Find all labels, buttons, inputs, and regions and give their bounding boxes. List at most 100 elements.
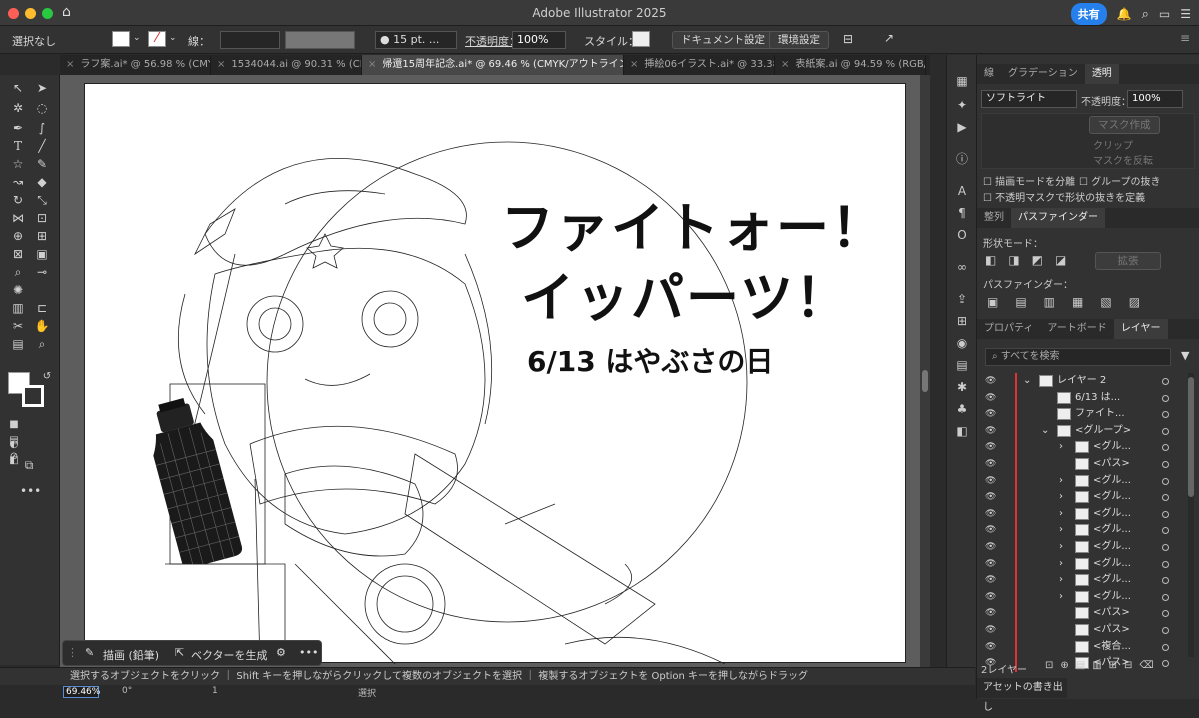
- eye-icon[interactable]: 👁: [985, 439, 996, 455]
- blend-tool-icon[interactable]: ⊸: [33, 264, 51, 280]
- tab-align[interactable]: 整列: [977, 208, 1011, 228]
- close-tab-icon[interactable]: ×: [630, 59, 638, 70]
- close-tab-icon[interactable]: ×: [217, 59, 225, 70]
- layer-row[interactable]: 👁 › <グル...: [977, 439, 1187, 456]
- bell-icon[interactable]: 🔔: [1117, 7, 1132, 21]
- swatches-icon[interactable]: ▤: [954, 357, 970, 373]
- stroke-swatch[interactable]: ⁄: [148, 31, 166, 47]
- shape-builder-tool-icon[interactable]: ⊕: [9, 228, 27, 244]
- close-tab-icon[interactable]: ×: [781, 59, 789, 70]
- expand-arrow-icon[interactable]: ⌄: [1023, 373, 1031, 389]
- stroke-color-swatch[interactable]: [22, 385, 44, 407]
- target-icon[interactable]: [1162, 394, 1169, 402]
- target-icon[interactable]: [1162, 527, 1169, 535]
- brushes-icon[interactable]: ✱: [954, 379, 970, 395]
- draw-mode-icon[interactable]: ▤: [9, 336, 27, 352]
- layer-row[interactable]: 👁 ファイト...: [977, 406, 1187, 423]
- asset-export-icon[interactable]: ⇪: [954, 291, 970, 307]
- date-line[interactable]: 6/13 はやぶさの日: [527, 340, 773, 380]
- headline-line-2[interactable]: イッパーツ！: [521, 256, 850, 332]
- brush-definition[interactable]: ● 15 pt. ...: [375, 31, 457, 49]
- settings-icon[interactable]: ⚙: [276, 646, 286, 659]
- target-icon[interactable]: [1162, 477, 1169, 485]
- knockout-group-checkbox[interactable]: ☐ グループの抜き: [1079, 173, 1161, 188]
- screen-mode-icon[interactable]: ⧉: [20, 457, 38, 473]
- document-tab[interactable]: × ラフ案.ai* @ 56.98 % (CMY...: [60, 55, 211, 75]
- layer-name[interactable]: <複合...: [1093, 639, 1131, 655]
- make-mask-button[interactable]: マスク作成: [1089, 116, 1160, 134]
- eye-icon[interactable]: 👁: [985, 456, 996, 472]
- layer-name[interactable]: <グル...: [1093, 589, 1131, 605]
- expand-arrow-icon[interactable]: ›: [1059, 539, 1063, 555]
- generate-icon[interactable]: ✦: [954, 97, 970, 113]
- layer-name[interactable]: <パス>: [1093, 622, 1130, 638]
- expand-arrow-icon[interactable]: ›: [1059, 522, 1063, 538]
- eye-icon[interactable]: 👁: [985, 572, 996, 588]
- tab-transparency[interactable]: 透明: [1084, 64, 1119, 84]
- hand-tool-icon[interactable]: ✋: [33, 318, 51, 334]
- layers-search-input[interactable]: ⌕ すべてを検索: [985, 348, 1171, 366]
- eye-icon[interactable]: 👁: [985, 522, 996, 538]
- layer-name[interactable]: <パス>: [1093, 456, 1130, 472]
- rotate-tool-icon[interactable]: ↻: [9, 192, 27, 208]
- layer-name[interactable]: <グル...: [1093, 556, 1131, 572]
- graphic-style-swatch[interactable]: [632, 31, 650, 47]
- eye-icon[interactable]: 👁: [985, 423, 996, 439]
- column-graph-tool-icon[interactable]: ▥: [9, 300, 27, 316]
- width-tool-icon[interactable]: ⋈: [9, 210, 27, 226]
- layer-name[interactable]: <パス>: [1093, 605, 1130, 621]
- play-action-icon[interactable]: ▶: [954, 119, 970, 135]
- artboards-icon[interactable]: ⊞: [954, 313, 970, 329]
- target-icon[interactable]: [1162, 544, 1169, 551]
- pathfinder-buttons[interactable]: ▣▤▥▦▧▨: [987, 295, 1157, 309]
- layer-row[interactable]: 👁 › <グル...: [977, 472, 1187, 490]
- layer-name[interactable]: <グル...: [1093, 522, 1131, 538]
- layer-name[interactable]: <グループ>: [1075, 423, 1131, 439]
- layer-row[interactable]: 👁 <パス>: [977, 622, 1187, 639]
- export-icon[interactable]: ↗: [884, 31, 894, 45]
- eye-icon[interactable]: 👁: [985, 506, 996, 522]
- type-tool-icon[interactable]: T: [9, 138, 27, 154]
- preferences-button[interactable]: 環境設定: [769, 31, 829, 49]
- document-tab[interactable]: × 帰還15周年記念.ai* @ 69.46 % (CMYK/アウトライン): [362, 55, 624, 75]
- layer-row[interactable]: 👁 <パス>: [977, 456, 1187, 473]
- target-icon[interactable]: [1162, 610, 1169, 618]
- document-setup-button[interactable]: ドキュメント設定: [672, 31, 774, 49]
- blend-mode-select[interactable]: ソフトライト: [981, 90, 1077, 108]
- draw-pencil-button[interactable]: 描画 (鉛筆): [103, 647, 159, 663]
- layer-row[interactable]: 👁 ⌄ <グループ>: [977, 422, 1187, 440]
- expand-arrow-icon[interactable]: ›: [1059, 473, 1063, 489]
- vertical-scrollbar[interactable]: [920, 75, 930, 667]
- eye-icon[interactable]: 👁: [985, 373, 996, 389]
- eye-icon[interactable]: 👁: [985, 556, 996, 572]
- tab-artboards[interactable]: アートボード: [1040, 319, 1113, 339]
- layer-row[interactable]: 👁 › <グル...: [977, 539, 1187, 556]
- mesh-tool-icon[interactable]: ⊠: [9, 246, 27, 262]
- color-mode-icon[interactable]: ■ ▤ ⊘: [5, 417, 23, 462]
- layer-row[interactable]: 👁 › <グル...: [977, 555, 1187, 573]
- outline-illustration[interactable]: [85, 84, 907, 664]
- slice-tool-icon[interactable]: ✂: [9, 318, 27, 334]
- document-tab[interactable]: × 挿絵06イラスト.ai* @ 33.38 ...: [624, 55, 775, 75]
- opacity-field[interactable]: 100%: [512, 31, 566, 49]
- layer-row[interactable]: 👁 › <グル...: [977, 505, 1187, 523]
- more-options-button[interactable]: •••: [299, 646, 318, 659]
- expand-arrow-icon[interactable]: ›: [1059, 572, 1063, 588]
- magic-wand-tool-icon[interactable]: ✲: [9, 100, 27, 116]
- tab-stroke[interactable]: 線: [977, 64, 1001, 84]
- scale-tool-icon[interactable]: ⤡: [33, 192, 51, 208]
- target-icon[interactable]: [1162, 593, 1169, 601]
- target-icon[interactable]: [1162, 494, 1169, 502]
- star-tool-icon[interactable]: ☆: [9, 156, 27, 172]
- eye-icon[interactable]: 👁: [985, 639, 996, 655]
- drag-handle-icon[interactable]: ⋮: [67, 646, 78, 659]
- swap-colors-icon[interactable]: ↺: [38, 369, 56, 385]
- target-icon[interactable]: [1162, 560, 1169, 568]
- rotate-view-field[interactable]: 0°: [122, 686, 132, 696]
- layer-row[interactable]: 👁 <パス>: [977, 605, 1187, 622]
- layer-name[interactable]: <グル...: [1093, 489, 1131, 505]
- direct-selection-tool-icon[interactable]: ➤: [33, 80, 51, 96]
- layer-name[interactable]: <グル...: [1093, 539, 1131, 555]
- invert-mask-checkbox[interactable]: マスクを反転: [1093, 152, 1153, 167]
- layer-name[interactable]: <グル...: [1093, 439, 1131, 455]
